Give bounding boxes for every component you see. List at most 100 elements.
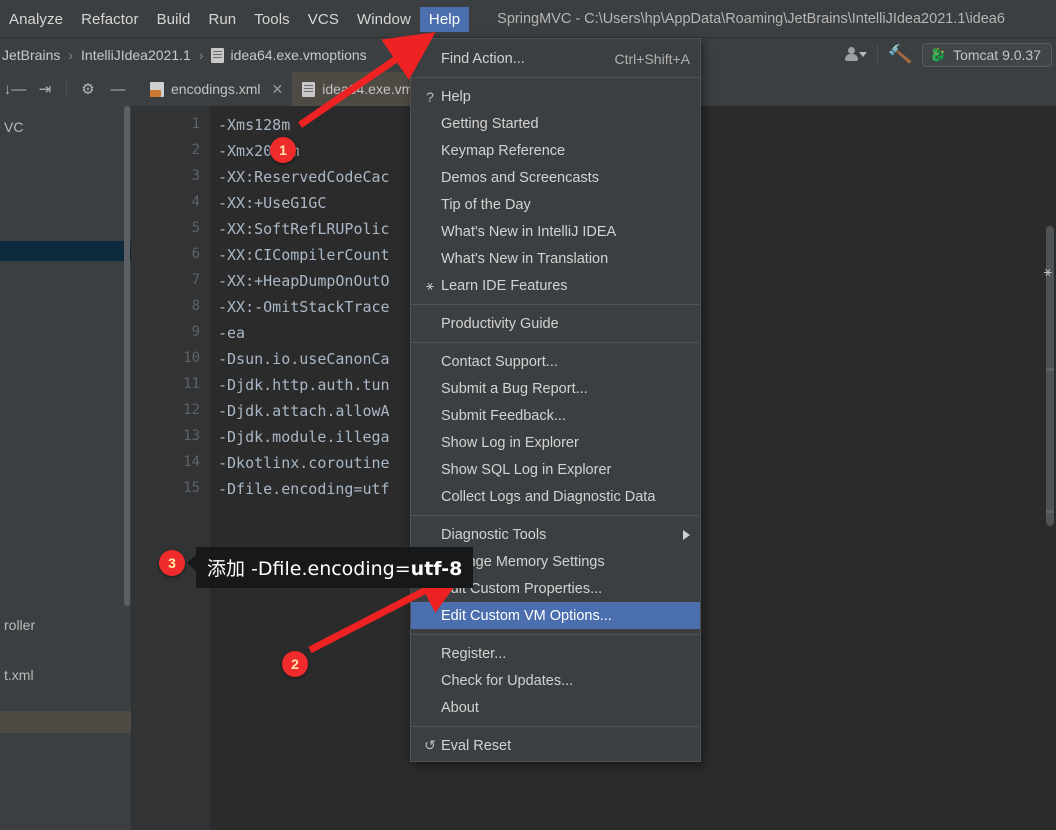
- navbar-right-controls: 🔨 🐉 Tomcat 9.0.37: [845, 41, 1056, 68]
- menu-item-collect-logs-and-diagnostic-data[interactable]: Collect Logs and Diagnostic Data: [411, 483, 700, 510]
- menu-item-demos-and-screencasts[interactable]: Demos and Screencasts: [411, 164, 700, 191]
- undo-icon: ↺: [424, 737, 436, 753]
- menu-item-whats-new-in-translation[interactable]: What's New in Translation: [411, 245, 700, 272]
- menu-item-collect-logs-and-diagnostic-data-label: Collect Logs and Diagnostic Data: [441, 488, 656, 505]
- menu-item-keymap-reference[interactable]: Keymap Reference: [411, 137, 700, 164]
- line-number: 10: [183, 350, 200, 366]
- menu-item-find-action-label: Find Action...: [441, 50, 525, 67]
- close-icon[interactable]: ✕: [272, 81, 284, 98]
- tomcat-icon: 🐉: [929, 47, 947, 62]
- menu-separator: [411, 726, 700, 727]
- menu-run[interactable]: Run: [199, 7, 245, 32]
- project-item-vc[interactable]: VC: [0, 116, 27, 138]
- code-line[interactable]: -Djdk.attach.allowA: [218, 402, 390, 420]
- settings-gear-icon[interactable]: ⚙: [73, 75, 103, 103]
- code-line[interactable]: -Djdk.http.auth.tun: [218, 376, 390, 394]
- code-line[interactable]: -Dsun.io.useCanonCa: [218, 350, 390, 368]
- project-item-txml[interactable]: t.xml: [0, 664, 38, 686]
- menu-item-getting-started[interactable]: Getting Started: [411, 110, 700, 137]
- menu-item-getting-started-label: Getting Started: [441, 115, 539, 132]
- menu-run-label: Run: [208, 10, 237, 28]
- menu-item-tip-of-the-day[interactable]: Tip of the Day: [411, 191, 700, 218]
- editor-marker: [1046, 368, 1054, 371]
- editor-gutter[interactable]: 1 2 3 4 5 6 7 8 9 10 11 12 13 14 15: [132, 106, 210, 830]
- help-dropdown-menu: Find Action... Ctrl+Shift+A ? Help Getti…: [410, 38, 701, 762]
- breadcrumb-item-vmoptions[interactable]: idea64.exe.vmoptions: [209, 45, 368, 65]
- menu-item-about[interactable]: About: [411, 694, 700, 721]
- menu-item-register-label: Register...: [441, 645, 507, 662]
- hammer-icon[interactable]: 🔨: [887, 41, 914, 68]
- line-number: 7: [191, 272, 200, 288]
- line-number: 9: [191, 324, 200, 340]
- menu-item-keymap-reference-label: Keymap Reference: [441, 142, 566, 159]
- menu-item-about-label: About: [441, 699, 479, 716]
- menu-item-show-sql-log-in-explorer[interactable]: Show SQL Log in Explorer: [411, 456, 700, 483]
- menu-item-eval-reset-label: Eval Reset: [441, 737, 512, 754]
- menu-item-submit-a-bug-report[interactable]: Submit a Bug Report...: [411, 375, 700, 402]
- run-configuration-selector[interactable]: 🐉 Tomcat 9.0.37: [921, 43, 1052, 67]
- line-number: 5: [191, 220, 200, 236]
- annotation-badge-1-label: 1: [279, 142, 287, 158]
- menu-build[interactable]: Build: [148, 7, 200, 32]
- menu-tools[interactable]: Tools: [245, 7, 299, 32]
- menu-separator: [411, 634, 700, 635]
- question-mark-icon: ?: [426, 88, 434, 105]
- expand-all-icon[interactable]: ↓―: [0, 75, 30, 103]
- code-line[interactable]: -Dkotlinx.coroutine: [218, 454, 390, 472]
- menu-item-help[interactable]: ? Help: [411, 83, 700, 110]
- menu-item-check-for-updates[interactable]: Check for Updates...: [411, 667, 700, 694]
- project-tool-window[interactable]: VC roller t.xml: [0, 106, 131, 830]
- menu-separator: [411, 342, 700, 343]
- project-item-roller[interactable]: roller: [0, 614, 39, 636]
- breadcrumb-item-intellijidea[interactable]: IntelliJIdea2021.1: [79, 45, 193, 65]
- tab-encodings-xml[interactable]: encodings.xml ✕: [140, 72, 292, 106]
- menu-item-productivity-guide-label: Productivity Guide: [441, 315, 559, 332]
- code-line[interactable]: -XX:SoftRefLRUPolic: [218, 220, 390, 238]
- graduation-cap-icon[interactable]: ⚹: [1044, 263, 1052, 280]
- menu-refactor[interactable]: Refactor: [72, 7, 148, 32]
- menu-window[interactable]: Window: [348, 7, 420, 32]
- project-scrollbar[interactable]: [124, 106, 130, 606]
- code-line[interactable]: -XX:+UseG1GC: [218, 194, 326, 212]
- menu-item-show-log-in-explorer[interactable]: Show Log in Explorer: [411, 429, 700, 456]
- breadcrumb-item-jetbrains[interactable]: JetBrains: [0, 45, 62, 65]
- menu-item-contact-support[interactable]: Contact Support...: [411, 348, 700, 375]
- code-line[interactable]: -XX:-OmitStackTrace: [218, 298, 390, 316]
- user-icon[interactable]: [845, 46, 868, 64]
- annotation-badge-3-label: 3: [168, 555, 176, 571]
- code-line[interactable]: -ea: [218, 324, 245, 342]
- code-line[interactable]: -XX:+HeapDumpOnOutO: [218, 272, 390, 290]
- code-line[interactable]: -XX:CICompilerCount: [218, 246, 390, 264]
- annotation-badge-2-label: 2: [291, 656, 299, 672]
- line-number: 2: [191, 142, 200, 158]
- annotation-badge-3: 3: [159, 550, 185, 576]
- breadcrumb-separator: ›: [198, 47, 204, 63]
- menu-item-eval-reset[interactable]: ↺ Eval Reset: [411, 732, 700, 759]
- menu-item-whats-new-in-intellij-idea[interactable]: What's New in IntelliJ IDEA: [411, 218, 700, 245]
- code-line[interactable]: -XX:ReservedCodeCac: [218, 168, 390, 186]
- menu-item-show-sql-log-in-explorer-label: Show SQL Log in Explorer: [441, 461, 612, 478]
- hide-panel-icon[interactable]: —: [103, 75, 133, 103]
- line-number: 3: [191, 168, 200, 184]
- menu-item-register[interactable]: Register...: [411, 640, 700, 667]
- code-line[interactable]: -Djdk.module.illega: [218, 428, 390, 446]
- menu-build-label: Build: [156, 10, 191, 28]
- code-line[interactable]: -Xms128m: [218, 116, 290, 134]
- menu-item-submit-feedback[interactable]: Submit Feedback...: [411, 402, 700, 429]
- menu-help[interactable]: Help: [419, 6, 470, 32]
- menu-help-label: Help: [428, 10, 461, 28]
- menu-vcs[interactable]: VCS: [299, 7, 348, 32]
- collapse-all-icon[interactable]: ⇥: [30, 75, 60, 103]
- code-line[interactable]: -Dfile.encoding=utf: [218, 480, 390, 498]
- menu-item-diagnostic-tools[interactable]: Diagnostic Tools: [411, 521, 700, 548]
- menu-item-edit-custom-vm-options[interactable]: Edit Custom VM Options...: [411, 602, 700, 629]
- window-title: SpringMVC - C:\Users\hp\AppData\Roaming\…: [497, 11, 1005, 27]
- menu-item-find-action[interactable]: Find Action... Ctrl+Shift+A: [411, 45, 700, 72]
- menu-item-show-log-in-explorer-label: Show Log in Explorer: [441, 434, 579, 451]
- breadcrumb-separator: ›: [68, 47, 74, 63]
- menu-item-whats-new-in-intellij-idea-label: What's New in IntelliJ IDEA: [441, 223, 617, 240]
- menu-separator: [411, 304, 700, 305]
- menu-item-learn-ide-features[interactable]: ⚹ Learn IDE Features: [411, 272, 700, 299]
- menu-item-productivity-guide[interactable]: Productivity Guide: [411, 310, 700, 337]
- menu-analyze[interactable]: Analyze: [0, 7, 72, 32]
